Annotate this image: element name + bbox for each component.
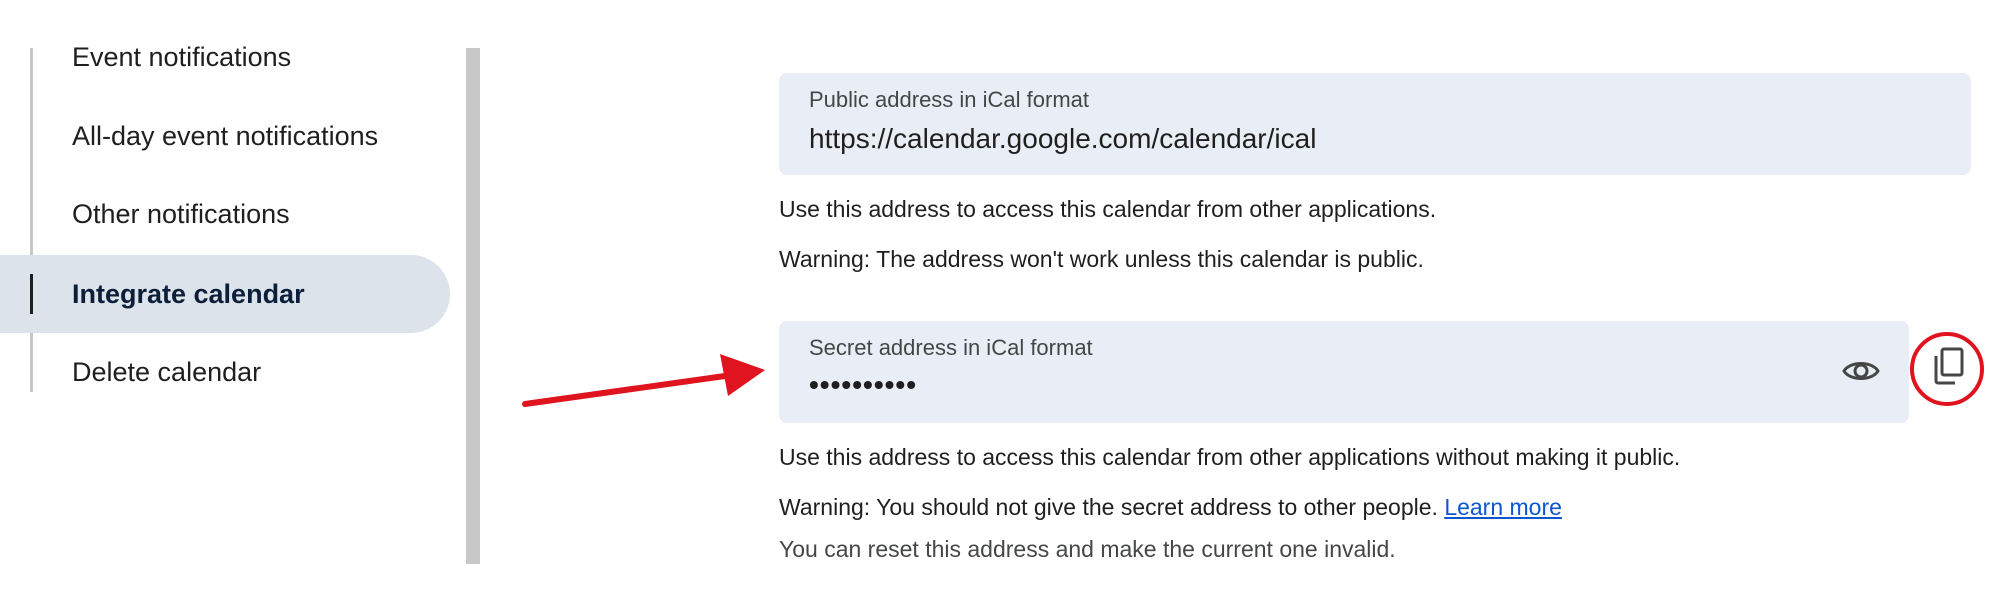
sidebar-item-other-notifications[interactable]: Other notifications: [0, 175, 450, 253]
copy-icon: [1931, 347, 1965, 390]
sidebar-item-all-day-event-notifications[interactable]: All-day event notifications: [0, 97, 450, 175]
public-address-warning: Warning: The address won't work unless t…: [779, 246, 1424, 272]
secret-address-help: Use this address to access this calendar…: [779, 444, 1681, 470]
public-address-value[interactable]: https://calendar.google.com/calendar/ica…: [809, 123, 1316, 155]
secret-address-field[interactable]: Secret address in iCal format ••••••••••: [779, 321, 1909, 423]
secret-address-value[interactable]: ••••••••••: [809, 369, 917, 401]
copy-secret-button[interactable]: [1913, 333, 1983, 403]
sidebar-item-label: All-day event notifications: [72, 120, 379, 151]
sidebar-item-event-notifications[interactable]: Event notifications: [0, 18, 450, 96]
sidebar-scrollbar[interactable]: [466, 48, 480, 564]
show-secret-button[interactable]: [1839, 351, 1883, 395]
eye-icon: [1842, 358, 1880, 389]
sidebar-item-label: Event notifications: [72, 41, 292, 72]
public-address-label: Public address in iCal format: [809, 87, 1090, 112]
learn-more-link[interactable]: Learn more: [1444, 494, 1562, 520]
sidebar-item-label: Delete calendar: [72, 356, 262, 387]
sidebar-item-label: Integrate calendar: [72, 278, 305, 309]
secret-address-warning-line: Warning: You should not give the secret …: [779, 494, 1562, 521]
sidebar-item-delete-calendar[interactable]: Delete calendar: [0, 333, 450, 411]
annotation-arrow: [522, 354, 765, 407]
sidebar-item-label: Other notifications: [72, 198, 290, 229]
public-address-help: Use this address to access this calendar…: [779, 196, 1437, 222]
secret-address-reset-note: You can reset this address and make the …: [779, 536, 1396, 562]
secret-address-warning: Warning: You should not give the secret …: [779, 494, 1438, 520]
secret-address-label: Secret address in iCal format: [809, 335, 1093, 360]
sidebar-item-integrate-calendar[interactable]: Integrate calendar: [0, 255, 450, 333]
public-address-field[interactable]: Public address in iCal format https://ca…: [779, 73, 1971, 175]
